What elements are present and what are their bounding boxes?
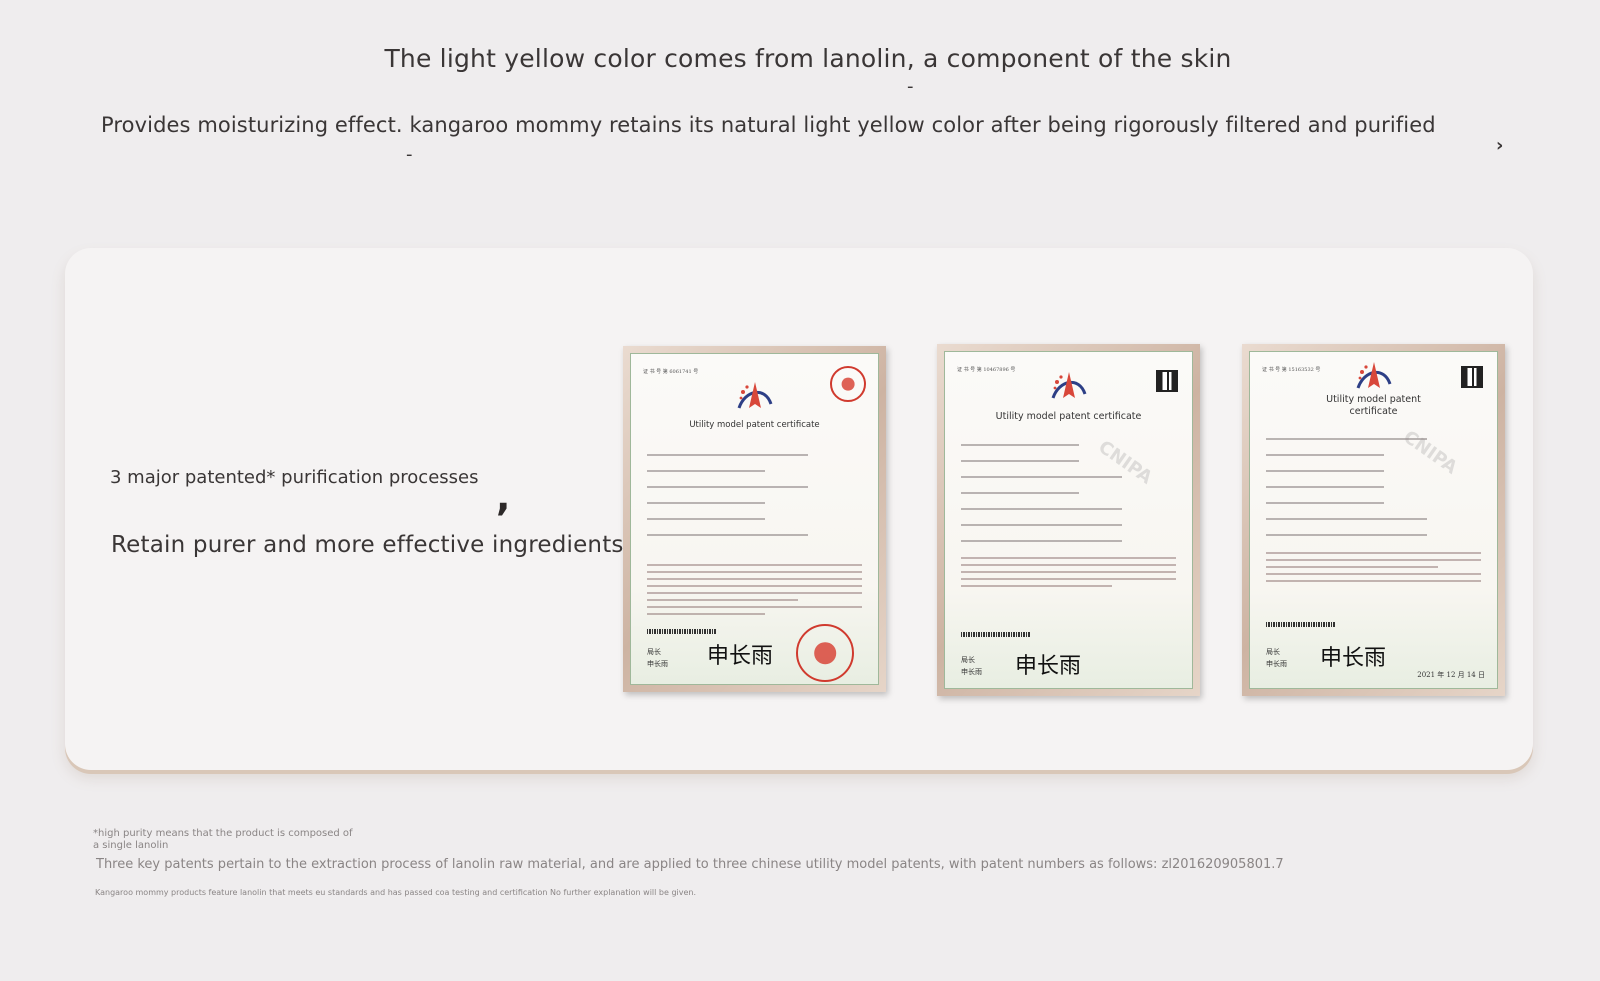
card-subtitle: 3 major patented* purification processes bbox=[110, 467, 479, 488]
certificate-1: 证 书 号 第 6061741 号 Utility model patent c… bbox=[623, 346, 886, 692]
signature: 申长雨 bbox=[1015, 654, 1082, 679]
footnote-certification: Kangaroo mommy products feature lanolin … bbox=[95, 888, 697, 897]
headline-line-2: Provides moisturizing effect. kangaroo m… bbox=[101, 113, 1436, 137]
cnipa-emblem-icon bbox=[1356, 362, 1391, 389]
certificate-title: Utility model patent certificate bbox=[995, 411, 1142, 422]
decorative-comma: , bbox=[496, 475, 511, 519]
signature: 申长雨 bbox=[707, 644, 774, 669]
signer-label: 局长 申长雨 bbox=[1266, 648, 1287, 668]
headline-line-1: The light yellow color comes from lanoli… bbox=[384, 44, 1232, 73]
signature: 申长雨 bbox=[1320, 646, 1387, 671]
cnipa-emblem-icon bbox=[737, 382, 772, 409]
certificate-number: 证 书 号 第 10467896 号 bbox=[957, 367, 1016, 373]
decorative-dash: - bbox=[406, 144, 413, 165]
certificate-title: Utility model patent certificate bbox=[689, 420, 820, 430]
certificate-body-text bbox=[1266, 552, 1481, 587]
certificate-fields bbox=[647, 454, 862, 550]
certificate-number: 证 书 号 第 6061741 号 bbox=[643, 369, 699, 375]
issue-date: 2021 年 12 月 14 日 bbox=[1417, 671, 1485, 679]
certificate-title: Utility model patent certificate bbox=[1326, 394, 1421, 417]
signer-label: 局长 申长雨 bbox=[961, 656, 982, 676]
certificate-number: 证 书 号 第 15163532 号 bbox=[1262, 367, 1321, 373]
certificate-body-text bbox=[647, 564, 862, 620]
footnote-purity: *high purity means that the product is c… bbox=[93, 828, 353, 851]
certificate-3: 证 书 号 第 15163532 号 Utility model patent … bbox=[1242, 344, 1505, 696]
cnipa-emblem-icon bbox=[1051, 372, 1086, 399]
footnote-patents: Three key patents pertain to the extract… bbox=[96, 857, 1284, 872]
card-title: Retain purer and more effective ingredie… bbox=[111, 532, 624, 558]
decorative-dash: - bbox=[907, 76, 914, 97]
certificate-fields bbox=[961, 444, 1176, 556]
certificate-body-text bbox=[961, 557, 1176, 592]
barcode bbox=[961, 632, 1031, 637]
decorative-mark: › bbox=[1496, 135, 1504, 156]
red-seal-icon bbox=[830, 366, 866, 402]
barcode bbox=[1266, 622, 1336, 627]
certificate-fields bbox=[1266, 438, 1481, 550]
qr-code-icon bbox=[1461, 366, 1483, 388]
certificate-2: 证 书 号 第 10467896 号 Utility model patent … bbox=[937, 344, 1200, 696]
barcode bbox=[647, 629, 717, 634]
signer-label: 局长 申长雨 bbox=[647, 648, 668, 668]
national-seal-icon bbox=[796, 624, 854, 682]
qr-code-icon bbox=[1156, 370, 1178, 392]
